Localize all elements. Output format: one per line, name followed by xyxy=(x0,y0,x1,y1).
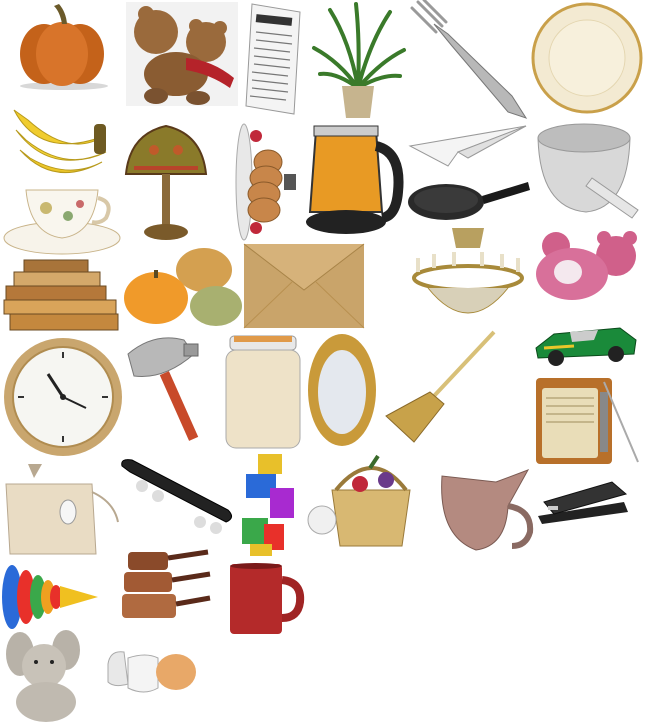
kettle-icon xyxy=(302,122,406,240)
stapler-icon xyxy=(536,472,630,526)
mortar-icon xyxy=(532,118,644,222)
books-icon xyxy=(2,259,120,332)
egg-cup-icon xyxy=(106,648,198,698)
mirror-icon xyxy=(306,330,378,448)
paper-airplane-icon xyxy=(408,124,528,168)
blocks-icon xyxy=(240,452,296,558)
funnel-icon xyxy=(124,330,220,448)
potted-plant-icon xyxy=(310,2,406,120)
bananas-icon xyxy=(10,100,110,174)
pancakes-icon xyxy=(234,122,298,242)
lamp-icon xyxy=(124,124,208,242)
saucepans-icon xyxy=(118,546,212,622)
teddy-bear-icon xyxy=(126,2,238,106)
bunny-icon xyxy=(2,630,96,722)
gourds-icon xyxy=(122,244,244,328)
skateboard-icon xyxy=(118,456,236,538)
newspaper-icon xyxy=(244,2,304,118)
fork-icon xyxy=(408,0,532,124)
basket-icon xyxy=(306,450,426,560)
ring-stacker-icon xyxy=(0,562,100,632)
mug-icon xyxy=(228,562,305,636)
chandelier-icon xyxy=(408,228,528,328)
frying-pan-icon xyxy=(406,178,530,224)
plate-icon xyxy=(530,2,644,114)
pitcher-icon xyxy=(436,466,534,552)
radio-icon xyxy=(534,372,640,466)
envelope-icon xyxy=(243,243,365,329)
toy-car-icon xyxy=(534,318,638,368)
jar-icon xyxy=(220,332,306,450)
teacup-icon xyxy=(2,184,122,258)
pumpkin-icon xyxy=(14,2,110,90)
pink-bear-icon xyxy=(532,226,640,304)
clock-icon xyxy=(2,336,124,458)
apron-icon xyxy=(2,462,120,556)
broom-icon xyxy=(384,330,496,444)
